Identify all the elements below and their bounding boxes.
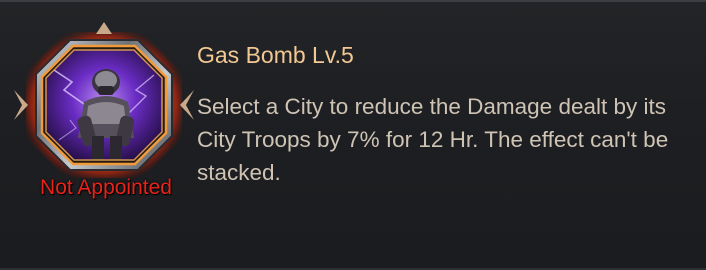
skill-badge[interactable] xyxy=(14,20,194,190)
skill-description: Select a City to reduce the Damage dealt… xyxy=(197,94,669,185)
appointment-status-label: Not Appointed xyxy=(40,176,172,199)
soldier-portrait-icon xyxy=(14,22,194,178)
skill-title: Gas Bomb Lv.5 xyxy=(197,42,354,68)
skill-tooltip-panel: Not Appointed Gas Bomb Lv.5 Select a Cit… xyxy=(0,0,706,270)
